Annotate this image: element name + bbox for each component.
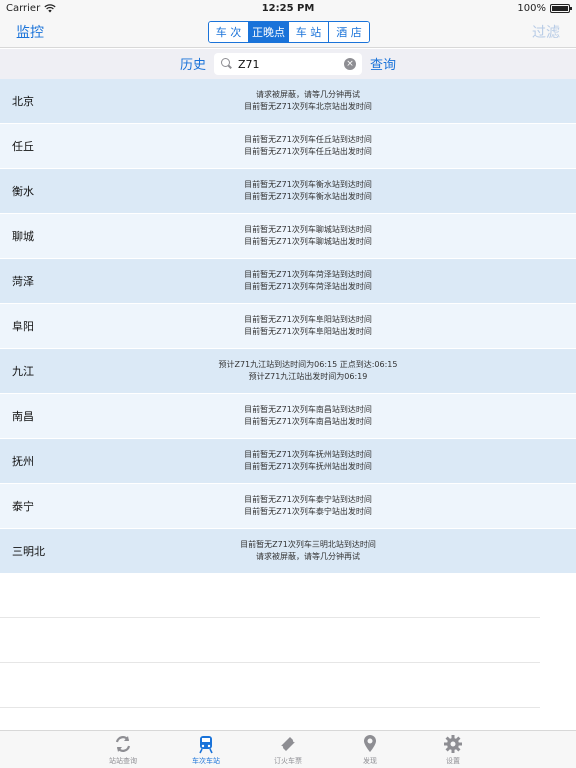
info-line: 目前暂无Z71次列车衡水站出发时间 bbox=[244, 192, 372, 201]
empty-row-divider bbox=[0, 662, 540, 663]
info-line: 目前暂无Z71次列车南昌站出发时间 bbox=[244, 417, 372, 426]
carrier-label: Carrier bbox=[6, 2, 41, 14]
query-button[interactable]: 查询 bbox=[370, 54, 396, 73]
battery-percent: 100% bbox=[517, 2, 546, 14]
battery-icon bbox=[550, 3, 572, 13]
station-info: 目前暂无Z71次列车任丘站到达时间 目前暂无Z71次列车任丘站出发时间 bbox=[40, 134, 576, 158]
table-row[interactable]: 九江 预计Z71九江站到达时间为06:15 正点到达:06:15 预计Z71九江站… bbox=[0, 349, 576, 394]
tab-book-ticket[interactable]: 订火车票 bbox=[258, 734, 318, 766]
info-line: 目前暂无Z71次列车衡水站到达时间 bbox=[244, 180, 372, 189]
search-input[interactable] bbox=[234, 57, 344, 71]
info-line: 请求被屏蔽，请等几分钟再试 bbox=[256, 552, 360, 561]
tab-discover[interactable]: 发现 bbox=[340, 734, 400, 766]
table-row[interactable]: 抚州 目前暂无Z71次列车抚州站到达时间 目前暂无Z71次列车抚州站出发时间 bbox=[0, 439, 576, 484]
info-line: 预计Z71九江站出发时间为06:19 bbox=[248, 372, 368, 381]
station-info: 目前暂无Z71次列车泰宁站到达时间 目前暂无Z71次列车泰宁站出发时间 bbox=[40, 494, 576, 518]
info-line: 目前暂无Z71次列车泰宁站出发时间 bbox=[244, 507, 372, 516]
station-name: 任丘 bbox=[12, 140, 34, 153]
table-row[interactable]: 北京 请求被屏蔽，请等几分钟再试目前暂无Z71次列车北京站出发时间 bbox=[0, 79, 576, 124]
info-line: 目前暂无Z71次列车南昌站到达时间 bbox=[244, 405, 372, 414]
info-line: 目前暂无Z71次列车任丘站到达时间 bbox=[244, 135, 372, 144]
station-info: 请求被屏蔽，请等几分钟再试目前暂无Z71次列车北京站出发时间 bbox=[40, 89, 576, 113]
table-row[interactable]: 聊城 目前暂无Z71次列车聊城站到达时间 目前暂无Z71次列车聊城站出发时间 bbox=[0, 214, 576, 259]
status-time: 12:25 PM bbox=[261, 2, 315, 14]
tab-settings[interactable]: 设置 bbox=[423, 734, 483, 766]
info-line: 目前暂无Z71次列车聊城站出发时间 bbox=[244, 237, 372, 246]
station-list: 北京 请求被屏蔽，请等几分钟再试 目前暂无Z71次列车北京站出发时间 任丘 目前暂… bbox=[0, 79, 576, 574]
station-name: 衡水 bbox=[12, 185, 34, 198]
segment-station[interactable]: 车 站 bbox=[289, 22, 329, 42]
status-bar: Carrier 12:25 PM 100% bbox=[0, 0, 576, 16]
status-left: Carrier bbox=[6, 3, 56, 14]
station-info: 目前暂无Z71次列车南昌站到达时间 目前暂无Z71次列车南昌站出发时间 bbox=[40, 404, 576, 428]
info-line: 目前暂无Z71次列车泰宁站到达时间 bbox=[244, 495, 372, 504]
table-row[interactable]: 泰宁 目前暂无Z71次列车泰宁站到达时间 目前暂无Z71次列车泰宁站出发时间 bbox=[0, 484, 576, 529]
empty-row-divider bbox=[0, 707, 540, 708]
segmented-control: 车 次 正晚点 车 站 酒 店 bbox=[208, 21, 370, 43]
tab-train-station[interactable]: 车次车站 bbox=[176, 734, 236, 766]
station-name: 泰宁 bbox=[12, 500, 34, 513]
station-name: 北京 bbox=[12, 95, 34, 108]
table-row[interactable]: 南昌 目前暂无Z71次列车南昌站到达时间 目前暂无Z71次列车南昌站出发时间 bbox=[0, 394, 576, 439]
wifi-icon bbox=[44, 3, 56, 12]
table-row[interactable]: 阜阳 目前暂无Z71次列车阜阳站到达时间 目前暂无Z71次列车阜阳站出发时间 bbox=[0, 304, 576, 349]
info-line: 预计Z71九江站到达时间为06:15 正点到达:06:15 bbox=[218, 360, 398, 369]
station-name: 菏泽 bbox=[12, 275, 34, 288]
station-info: 预计Z71九江站到达时间为06:15 正点到达:06:15 预计Z71九江站出发时… bbox=[40, 359, 576, 383]
segment-hotel[interactable]: 酒 店 bbox=[329, 22, 369, 42]
info-line: 目前暂无Z71次列车北京站出发时间 bbox=[244, 102, 372, 111]
station-info: 目前暂无Z71次列车聊城站到达时间 目前暂无Z71次列车聊城站出发时间 bbox=[40, 224, 576, 248]
info-line: 目前暂无Z71次列车抚州站到达时间 bbox=[244, 450, 372, 459]
refresh-icon bbox=[115, 736, 131, 752]
station-info: 目前暂无Z71次列车抚州站到达时间 目前暂无Z71次列车抚州站出发时间 bbox=[40, 449, 576, 473]
train-icon bbox=[199, 736, 213, 754]
info-line: 目前暂无Z71次列车阜阳站出发时间 bbox=[244, 327, 372, 336]
gear-icon bbox=[444, 735, 462, 753]
search-icon bbox=[220, 57, 234, 71]
segment-train[interactable]: 车 次 bbox=[209, 22, 249, 42]
info-line: 目前暂无Z71次列车任丘站出发时间 bbox=[244, 147, 372, 156]
station-name: 九江 bbox=[12, 365, 34, 378]
table-row[interactable]: 衡水 目前暂无Z71次列车衡水站到达时间 目前暂无Z71次列车衡水站出发时间 bbox=[0, 169, 576, 214]
info-line: 目前暂无Z71次列车菏泽站出发时间 bbox=[244, 282, 372, 291]
location-pin-icon bbox=[364, 735, 376, 752]
info-line: 目前暂无Z71次列车聊城站到达时间 bbox=[244, 225, 372, 234]
tab-label: 设置 bbox=[446, 757, 460, 765]
station-name: 抚州 bbox=[12, 455, 34, 468]
station-info: 目前暂无Z71次列车阜阳站到达时间 目前暂无Z71次列车阜阳站出发时间 bbox=[40, 314, 576, 338]
info-line: 目前暂无Z71次列车阜阳站到达时间 bbox=[244, 315, 372, 324]
station-info: 目前暂无Z71次列车菏泽站到达时间 目前暂无Z71次列车菏泽站出发时间 bbox=[40, 269, 576, 293]
search-bar: 历史 × 查询 bbox=[0, 49, 576, 79]
monitor-button[interactable]: 监控 bbox=[16, 22, 44, 42]
table-row[interactable]: 任丘 目前暂无Z71次列车任丘站到达时间 目前暂无Z71次列车任丘站出发时间 bbox=[0, 124, 576, 169]
station-name: 聊城 bbox=[12, 230, 34, 243]
battery-fill bbox=[552, 5, 568, 11]
info-line: 目前暂无Z71次列车菏泽站到达时间 bbox=[244, 270, 372, 279]
ticket-icon bbox=[281, 737, 295, 751]
nav-bar: 监控 车 次 正晚点 车 站 酒 店 过滤 bbox=[0, 16, 576, 48]
segment-on-time[interactable]: 正晚点 bbox=[249, 22, 289, 42]
filter-button[interactable]: 过滤 bbox=[532, 22, 560, 42]
tab-station-query[interactable]: 站站查询 bbox=[93, 734, 153, 766]
tab-label: 车次车站 bbox=[192, 757, 220, 765]
station-info: 目前暂无Z71次列车衡水站到达时间 目前暂无Z71次列车衡水站出发时间 bbox=[40, 179, 576, 203]
table-row[interactable]: 三明北 目前暂无Z71次列车三明北站到达时间 请求被屏蔽，请等几分钟再试 bbox=[0, 529, 576, 574]
station-name: 南昌 bbox=[12, 410, 34, 423]
station-name: 阜阳 bbox=[12, 320, 34, 333]
info-line: 请求被屏蔽，请等几分钟再试 bbox=[256, 90, 360, 99]
empty-row-divider bbox=[0, 617, 540, 618]
tab-bar: 站站查询 车次车站 订火车票 发现 设置 bbox=[0, 730, 576, 768]
table-row[interactable]: 菏泽 目前暂无Z71次列车菏泽站到达时间 目前暂无Z71次列车菏泽站出发时间 bbox=[0, 259, 576, 304]
search-box[interactable]: × bbox=[214, 53, 362, 75]
station-info: 目前暂无Z71次列车三明北站到达时间 请求被屏蔽，请等几分钟再试 bbox=[40, 539, 576, 563]
info-line: 目前暂无Z71次列车三明北站到达时间 bbox=[240, 540, 376, 549]
tab-label: 发现 bbox=[363, 757, 377, 765]
tab-label: 订火车票 bbox=[274, 757, 302, 765]
clear-icon[interactable]: × bbox=[344, 58, 356, 70]
history-button[interactable]: 历史 bbox=[180, 54, 206, 73]
tab-label: 站站查询 bbox=[109, 757, 137, 765]
status-right: 100% bbox=[517, 2, 572, 14]
info-line: 目前暂无Z71次列车抚州站出发时间 bbox=[244, 462, 372, 471]
